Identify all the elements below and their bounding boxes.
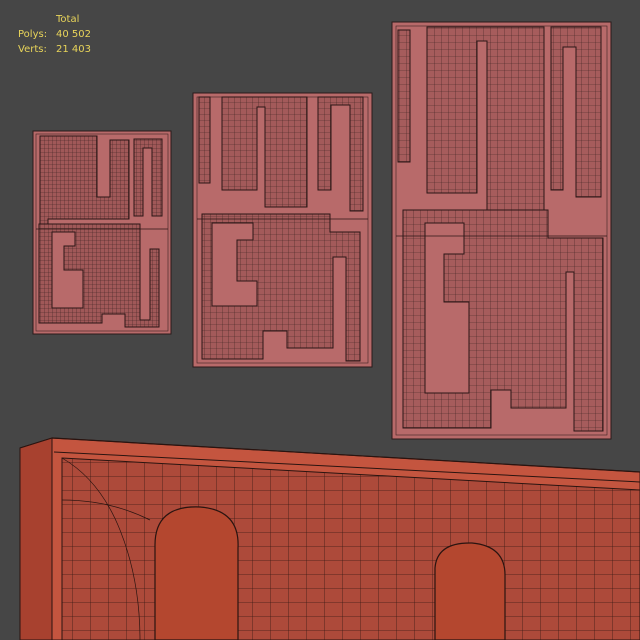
polys-value: 40 502 (56, 29, 91, 40)
viewport-3d[interactable]: Total Polys: 40 502 Verts: 21 403 (0, 0, 640, 640)
mesh-scene[interactable] (0, 0, 640, 640)
stats-overlay: Total Polys: 40 502 Verts: 21 403 (18, 12, 138, 57)
polys-row: Polys: 40 502 (18, 27, 138, 42)
mesh-panel-medium[interactable] (192, 92, 373, 368)
verts-label: Verts: (18, 44, 47, 55)
stats-header: Total (56, 14, 80, 25)
mesh-closeup[interactable] (19, 437, 640, 640)
verts-row: Verts: 21 403 (18, 42, 138, 57)
mesh-panel-large[interactable] (391, 21, 612, 440)
verts-value: 21 403 (56, 44, 91, 55)
mesh-panel-small[interactable] (32, 130, 172, 335)
polys-label: Polys: (18, 29, 48, 40)
stats-header-row: Total (18, 12, 138, 27)
